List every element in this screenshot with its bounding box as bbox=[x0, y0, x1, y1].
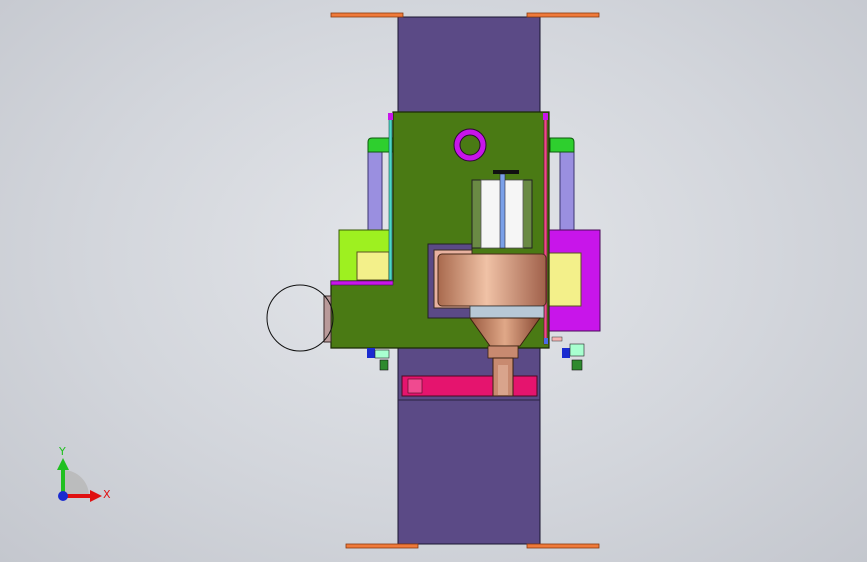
rod-pink-right[interactable] bbox=[543, 117, 548, 345]
axis-label-y: Y bbox=[58, 445, 66, 458]
drum-bearing-band bbox=[469, 305, 545, 319]
round-port-outline[interactable] bbox=[266, 284, 334, 352]
spout-tube-core bbox=[498, 365, 508, 395]
bottom-strip-left bbox=[330, 280, 394, 286]
cylinder-left[interactable] bbox=[367, 151, 383, 233]
assembly-view[interactable]: Y X bbox=[0, 0, 867, 562]
cylinder-right[interactable] bbox=[559, 151, 575, 233]
fitting-right[interactable] bbox=[551, 336, 585, 371]
rail-bottom-left[interactable] bbox=[345, 543, 419, 549]
spout-collar bbox=[487, 345, 519, 359]
center-shaft[interactable] bbox=[499, 173, 506, 249]
rod-cap-left bbox=[388, 113, 393, 120]
axis-label-x: X bbox=[103, 488, 111, 501]
yellow-insert-left bbox=[356, 251, 390, 281]
ring-fitting-inner bbox=[459, 134, 481, 156]
rail-bottom-right[interactable] bbox=[526, 543, 600, 549]
yellow-insert-right bbox=[547, 252, 582, 307]
rod-cap-right bbox=[543, 113, 548, 120]
fitting-left[interactable] bbox=[367, 348, 390, 371]
coordinate-triad-icon bbox=[57, 458, 102, 502]
cad-viewport[interactable]: Y X bbox=[0, 0, 867, 562]
crossbar-notch bbox=[407, 378, 423, 394]
rod-cyan-left[interactable] bbox=[388, 117, 393, 281]
rail-top-right[interactable] bbox=[526, 12, 600, 18]
elbow-fitting-right[interactable] bbox=[549, 137, 575, 153]
side-flange[interactable] bbox=[323, 295, 332, 343]
rail-top-left[interactable] bbox=[330, 12, 404, 18]
shaft-top-bar bbox=[493, 170, 519, 174]
copper-drum[interactable] bbox=[437, 253, 547, 307]
small-marker bbox=[544, 338, 548, 344]
